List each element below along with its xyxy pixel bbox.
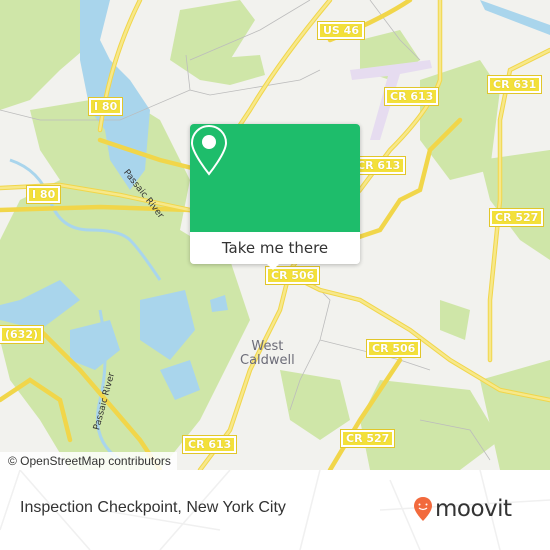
road-label-i80: I 80: [87, 97, 124, 116]
popup-header: [190, 124, 360, 232]
road-label-cr527: CR 527: [488, 208, 545, 227]
take-me-there-button[interactable]: Take me there: [190, 232, 360, 264]
road-label-cr527: CR 527: [339, 429, 396, 448]
road-label-cr632: (632): [0, 325, 45, 344]
moovit-logo[interactable]: moovit: [413, 496, 512, 522]
road-label-cr506: CR 506: [365, 339, 422, 358]
location-title: Inspection Checkpoint, New York City: [20, 499, 286, 516]
road-label-us46: US 46: [317, 21, 365, 40]
map-pin-icon: [190, 124, 228, 176]
footer: Inspection Checkpoint, New York City moo…: [0, 470, 550, 550]
road-label-cr613: CR 613: [181, 435, 238, 454]
road-label-cr613: CR 613: [383, 87, 440, 106]
place-label-line: Caldwell: [240, 353, 295, 368]
popup-arrow: [265, 262, 281, 270]
place-label-west-caldwell: West Caldwell: [240, 340, 295, 368]
place-label-line: West: [251, 339, 284, 354]
location-popup: Take me there: [190, 124, 360, 270]
road-label-cr631: CR 631: [486, 75, 543, 94]
moovit-wordmark: moovit: [435, 496, 512, 522]
road-label-cr613: CR 613: [350, 156, 407, 175]
road-label-i80: I 80: [25, 185, 62, 204]
map-view[interactable]: US 46 I 80 I 80 CR 613 CR 631 CR 613 CR …: [0, 0, 550, 470]
moovit-pin-icon: [414, 497, 432, 521]
map-attribution[interactable]: © OpenStreetMap contributors: [0, 452, 177, 470]
